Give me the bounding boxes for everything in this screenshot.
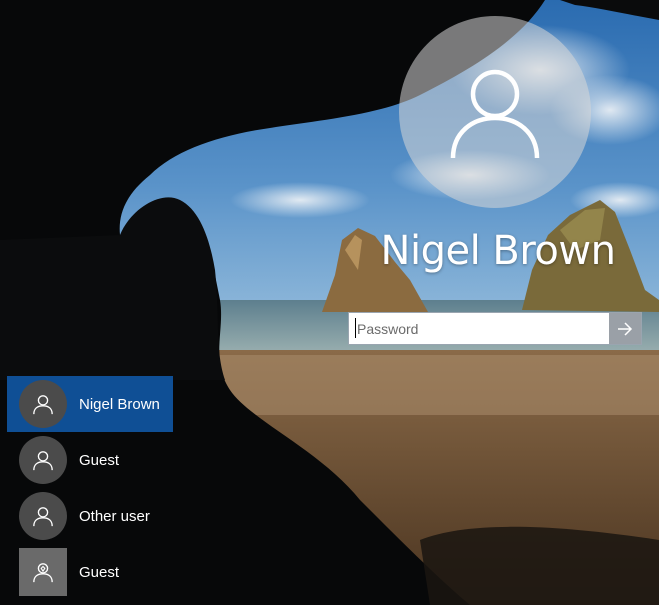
user-avatar (19, 380, 67, 428)
user-item-guest[interactable]: Guest (7, 432, 173, 488)
user-avatar (19, 548, 67, 596)
user-item-label: Guest (79, 451, 120, 469)
user-item-guest-key[interactable]: Guest (7, 544, 173, 600)
user-item-label: Other user (79, 507, 150, 525)
user-silhouette-icon (33, 395, 53, 415)
user-silhouette-icon (450, 69, 540, 159)
text-caret (355, 318, 356, 338)
user-item-other-user[interactable]: Other user (7, 488, 173, 544)
arrow-right-icon (618, 321, 633, 336)
current-user-name: Nigel Brown (380, 228, 616, 274)
user-item-label: Nigel Brown (79, 395, 160, 413)
user-avatar (19, 436, 67, 484)
user-switcher-list: Nigel Brown Guest Other user Guest (7, 376, 173, 600)
user-silhouette-icon (33, 507, 53, 527)
current-user-avatar (399, 16, 591, 208)
password-input[interactable] (349, 313, 609, 344)
password-field-container (348, 312, 642, 345)
user-item-nigel-brown[interactable]: Nigel Brown (7, 376, 173, 432)
user-item-label: Guest (79, 563, 120, 581)
user-avatar (19, 492, 67, 540)
submit-button[interactable] (609, 313, 641, 344)
user-silhouette-icon (33, 451, 53, 471)
guest-key-icon (33, 563, 53, 583)
